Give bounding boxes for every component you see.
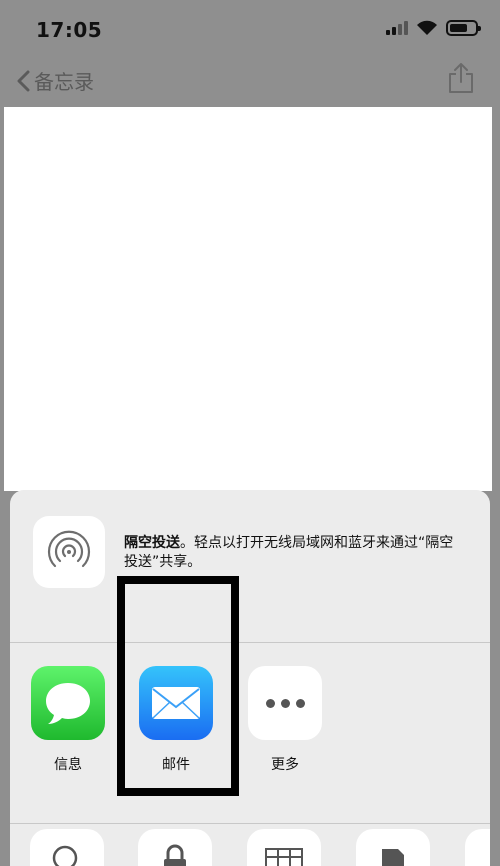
share-sheet: 隔空投送。轻点以打开无线局域网和蓝牙来通过“隔空投送”共享。 信息 邮件 更多 — [10, 490, 490, 866]
search-icon[interactable] — [30, 829, 104, 866]
apps-row: 信息 邮件 更多 — [10, 644, 490, 824]
app-more[interactable]: 更多 — [247, 666, 323, 774]
cellular-signal-icon — [386, 21, 408, 35]
back-button[interactable]: 备忘录 — [16, 66, 94, 95]
padlock-glyph — [164, 844, 186, 866]
status-icons — [386, 20, 481, 36]
airdrop-icon[interactable] — [33, 516, 105, 588]
note-content-area[interactable] — [4, 107, 492, 491]
grid-glyph — [265, 848, 303, 866]
airdrop-title: 隔空投送 — [124, 535, 180, 551]
table-icon[interactable] — [247, 829, 321, 866]
airdrop-description: 隔空投送。轻点以打开无线局域网和蓝牙来通过“隔空投送”共享。 — [124, 534, 464, 572]
battery-fill — [450, 24, 467, 32]
messages-icon[interactable] — [31, 666, 105, 740]
battery-icon — [446, 20, 481, 36]
document-glyph — [382, 849, 404, 866]
speech-bubble-icon — [46, 683, 90, 724]
airdrop-row[interactable]: 隔空投送。轻点以打开无线局域网和蓝牙来通过“隔空投送”共享。 — [10, 490, 490, 643]
dot — [280, 698, 290, 708]
lock-icon[interactable] — [138, 829, 212, 866]
status-bar: 17:05 — [0, 0, 500, 60]
status-time: 17:05 — [36, 18, 103, 42]
share-icon[interactable] — [448, 62, 474, 94]
magnifier-glyph — [52, 845, 78, 866]
highlight-annotation-box — [117, 576, 239, 796]
pdf-icon[interactable] — [356, 829, 430, 866]
back-label: 备忘录 — [34, 70, 94, 94]
more-icon[interactable] — [248, 666, 322, 740]
app-messages[interactable]: 信息 — [30, 666, 106, 774]
nav-bar: 备忘录 — [0, 60, 500, 106]
airdrop-rings-icon — [47, 530, 91, 568]
action-partial[interactable] — [465, 829, 490, 866]
dot — [265, 698, 275, 708]
wifi-icon — [417, 20, 437, 35]
dot — [295, 698, 305, 708]
app-label: 更多 — [271, 757, 299, 773]
actions-row — [10, 825, 490, 866]
app-label: 信息 — [54, 757, 82, 773]
chevron-left-icon — [17, 70, 30, 91]
